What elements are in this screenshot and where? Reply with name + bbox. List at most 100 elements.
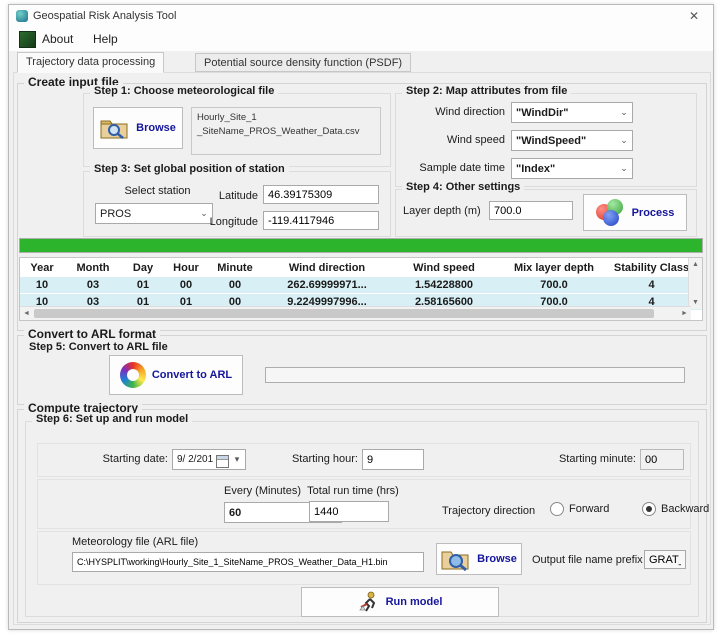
- color-ring-icon: [120, 362, 146, 388]
- table-header-cell: Day: [122, 262, 164, 274]
- rgb-spheres-icon: [596, 199, 626, 227]
- close-icon[interactable]: ✕: [675, 5, 713, 27]
- scroll-left-icon[interactable]: ◄: [20, 307, 33, 320]
- date-dropdown-icon: ▾: [229, 454, 245, 465]
- convert-progress-bar: [265, 367, 685, 383]
- met-file-row: Meteorology file (ARL file) Browse Outpu…: [37, 531, 691, 585]
- process-button[interactable]: Process: [583, 194, 687, 231]
- every-minutes-label: Every (Minutes): [224, 485, 301, 497]
- tabstrip: Trajectory data processing Potential sou…: [9, 51, 713, 73]
- table-row[interactable]: 1003010000262.69999971...1.54228800700.0…: [20, 277, 702, 294]
- starting-minute-label: Starting minute:: [546, 453, 636, 465]
- starting-date-label: Starting date:: [66, 453, 168, 465]
- step4-title: Step 4: Other settings: [402, 181, 524, 193]
- import-progress-fill: [20, 239, 702, 252]
- table-header-cell: Mix layer depth: [496, 262, 612, 274]
- sample-date-time-value: "Index": [512, 163, 616, 175]
- runner-icon: [358, 591, 380, 613]
- titlebar: Geospatial Risk Analysis Tool ✕: [9, 5, 713, 27]
- about-menu-icon: [19, 31, 36, 48]
- sample-date-time-label: Sample date time: [401, 162, 505, 174]
- output-prefix-input[interactable]: [644, 550, 686, 569]
- table-header-cell: Stability Class: [612, 262, 691, 274]
- table-header-cell: Month: [64, 262, 122, 274]
- total-run-time-label: Total run time (hrs): [293, 485, 413, 497]
- step1-title: Step 1: Choose meteorological file: [90, 85, 278, 97]
- scrollbar-thumb[interactable]: [34, 309, 654, 318]
- table-header-cell: Minute: [208, 262, 262, 274]
- scroll-up-icon[interactable]: ▲: [689, 258, 702, 271]
- backward-label: Backward: [661, 503, 709, 515]
- arl-met-file-input[interactable]: [72, 552, 424, 572]
- sample-date-time-combo[interactable]: "Index" ⌄: [511, 158, 633, 179]
- step2-title: Step 2: Map attributes from file: [402, 85, 571, 97]
- latitude-input[interactable]: [263, 185, 379, 204]
- longitude-input[interactable]: [263, 211, 379, 230]
- select-station-combo[interactable]: PROS ⌄: [95, 203, 213, 224]
- run-model-label: Run model: [386, 596, 443, 608]
- trajectory-direction-label: Trajectory direction: [442, 505, 535, 517]
- chevron-down-icon: ⌄: [616, 107, 632, 118]
- step3-title: Step 3: Set global position of station: [90, 163, 289, 175]
- layer-depth-input[interactable]: [489, 201, 573, 220]
- latitude-label: Latitude: [214, 190, 258, 202]
- wind-speed-value: "WindSpeed": [512, 135, 616, 147]
- convert-to-arl-label: Convert to ARL: [152, 369, 232, 381]
- forward-label: Forward: [569, 503, 609, 515]
- browse-met-file-label: Browse: [136, 122, 176, 134]
- table-horizontal-scrollbar[interactable]: ◄ ►: [20, 306, 691, 320]
- wind-speed-combo[interactable]: "WindSpeed" ⌄: [511, 130, 633, 151]
- menubar: About Help: [9, 27, 713, 51]
- radio-backward[interactable]: Backward: [642, 502, 709, 516]
- starting-hour-input[interactable]: [362, 449, 424, 470]
- table-vertical-scrollbar[interactable]: ▲ ▼: [688, 258, 702, 309]
- table-header-cell: Wind direction: [262, 262, 392, 274]
- radio-circle: [550, 502, 564, 516]
- met-file-name-line2: _SiteName_PROS_Weather_Data.csv: [197, 125, 375, 139]
- convert-to-arl-button[interactable]: Convert to ARL: [109, 355, 243, 395]
- starting-date-value: 9/ 2/2017: [173, 454, 213, 465]
- select-station-value: PROS: [96, 208, 196, 220]
- group-title: Convert to ARL format: [24, 327, 160, 341]
- menu-about[interactable]: About: [38, 31, 77, 47]
- table-cell: 00: [208, 279, 262, 291]
- wind-speed-label: Wind speed: [401, 134, 505, 146]
- table-cell: 01: [122, 279, 164, 291]
- browse-met-file-button[interactable]: Browse: [93, 107, 183, 149]
- weather-data-table: YearMonthDayHourMinuteWind directionWind…: [19, 257, 703, 321]
- folder-search-icon: [100, 116, 130, 140]
- radio-circle: [642, 502, 656, 516]
- tab-psdf[interactable]: Potential source density function (PSDF): [195, 53, 411, 72]
- app-icon: [16, 10, 28, 22]
- window-title: Geospatial Risk Analysis Tool: [33, 10, 176, 22]
- step5-title: Step 5: Convert to ARL file: [29, 341, 168, 353]
- table-cell: 03: [64, 279, 122, 291]
- browse-arl-file-button[interactable]: Browse: [436, 543, 522, 575]
- output-prefix-label: Output file name prefix: [532, 554, 643, 566]
- wind-direction-combo[interactable]: "WindDir" ⌄: [511, 102, 633, 123]
- starting-minute-input[interactable]: [640, 449, 684, 470]
- met-file-name-box: Hourly_Site_1 _SiteName_PROS_Weather_Dat…: [191, 107, 381, 155]
- table-header-row: YearMonthDayHourMinuteWind directionWind…: [20, 258, 702, 277]
- folder-search-icon: [441, 547, 471, 571]
- process-label: Process: [632, 207, 675, 219]
- tab-trajectory-data-processing[interactable]: Trajectory data processing: [17, 52, 164, 73]
- table-cell: 1.54228800: [392, 279, 496, 291]
- table-cell: 10: [20, 279, 64, 291]
- run-model-button[interactable]: Run model: [301, 587, 499, 617]
- met-file-name-line1: Hourly_Site_1: [197, 111, 375, 125]
- step6-title: Step 6: Set up and run model: [32, 413, 192, 425]
- radio-forward[interactable]: Forward: [550, 502, 609, 516]
- table-header-cell: Year: [20, 262, 64, 274]
- total-run-time-input[interactable]: [309, 501, 389, 522]
- scroll-right-icon[interactable]: ►: [678, 307, 691, 320]
- table-header-cell: Wind speed: [392, 262, 496, 274]
- table-header-cell: Hour: [164, 262, 208, 274]
- wind-direction-value: "WindDir": [512, 107, 616, 119]
- menu-help[interactable]: Help: [89, 31, 122, 47]
- starting-date-picker[interactable]: 9/ 2/2017 ▾: [172, 449, 246, 470]
- table-cell: 4: [612, 279, 691, 291]
- wind-direction-label: Wind direction: [401, 106, 505, 118]
- app-window: Geospatial Risk Analysis Tool ✕ About He…: [8, 4, 714, 630]
- arl-met-file-label: Meteorology file (ARL file): [72, 536, 198, 548]
